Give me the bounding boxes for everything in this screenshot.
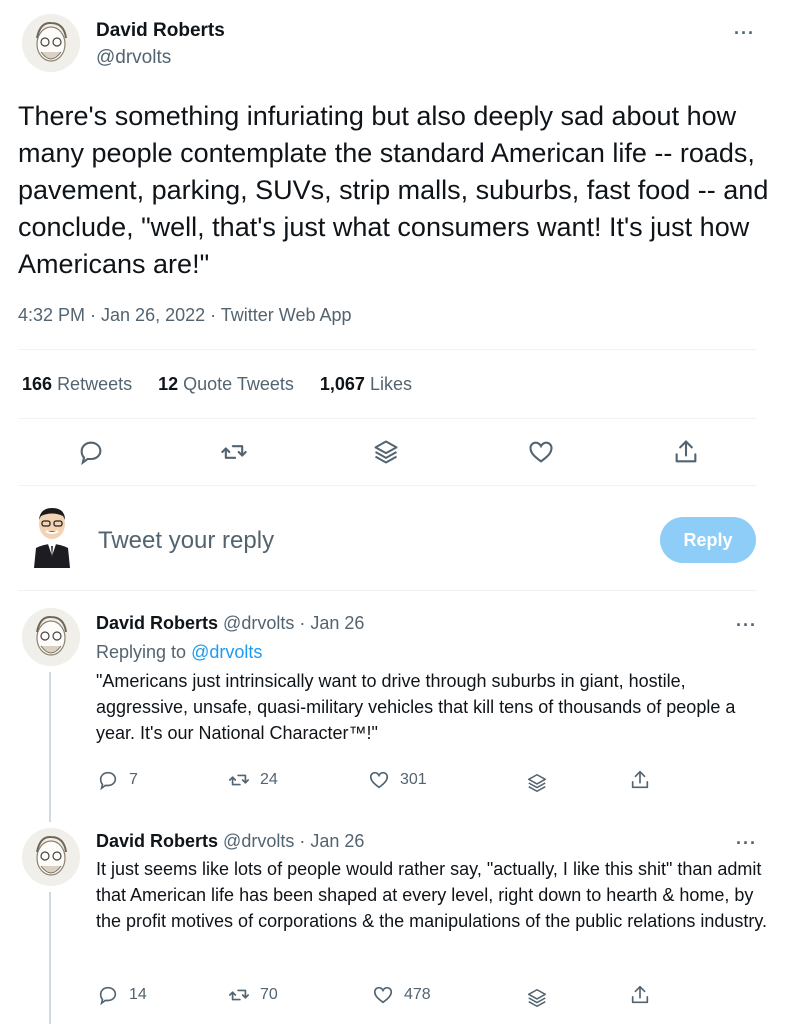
layers-icon: [527, 988, 547, 1008]
share-action[interactable]: [629, 769, 651, 791]
reply-text: It just seems like lots of people would …: [96, 859, 768, 931]
reply-author-name[interactable]: David Roberts: [96, 613, 218, 633]
divider: [18, 485, 757, 486]
reply-icon: [99, 986, 117, 1006]
author-avatar[interactable]: [22, 14, 80, 72]
retweet-icon: [229, 989, 249, 1001]
retweet-count: 24: [260, 771, 278, 788]
replying-to: Replying to @drvolts: [96, 642, 263, 662]
current-user-avatar[interactable]: [28, 504, 76, 568]
reply-text: "Americans just intrinsically want to dr…: [96, 671, 736, 743]
share-icon: [631, 770, 649, 789]
like-count: 478: [404, 986, 431, 1003]
reply-count: 14: [129, 986, 147, 1003]
reply-author-avatar[interactable]: [22, 608, 80, 666]
more-options-icon[interactable]: ···: [736, 616, 757, 634]
reply-author-handle[interactable]: @drvolts: [223, 613, 294, 633]
reply-header: David Roberts @drvolts · Jan 26: [96, 831, 364, 852]
like-icon: [369, 771, 389, 789]
replying-to-link[interactable]: @drvolts: [191, 642, 262, 662]
layers-icon: [527, 773, 547, 793]
reply-input[interactable]: Tweet your reply: [98, 527, 274, 555]
like-icon: [373, 986, 393, 1004]
likes-stat[interactable]: 1,067 Likes: [320, 374, 412, 395]
reply-author-avatar[interactable]: [22, 828, 80, 886]
tweet-text: There's something infuriating but also d…: [18, 101, 769, 279]
layers-icon[interactable]: [372, 438, 400, 466]
reply-icon[interactable]: [77, 438, 105, 466]
reply-count: 7: [129, 771, 138, 788]
divider: [18, 349, 757, 350]
retweet-count: 70: [260, 986, 278, 1003]
retweet-action[interactable]: 70: [228, 984, 278, 1006]
like-action[interactable]: 301: [368, 769, 427, 791]
like-count: 301: [400, 771, 427, 788]
more-options-icon[interactable]: ···: [736, 834, 757, 852]
retweet-icon[interactable]: [220, 438, 248, 466]
reply-date[interactable]: · Jan 26: [299, 831, 364, 851]
reply-action[interactable]: 14: [97, 984, 147, 1006]
reply-action[interactable]: 7: [97, 769, 138, 791]
divider: [18, 590, 757, 591]
tweet-meta[interactable]: 4:32 PM · Jan 26, 2022 · Twitter Web App: [18, 305, 352, 326]
share-icon[interactable]: [672, 438, 700, 466]
author-handle[interactable]: @drvolts: [96, 47, 171, 69]
layers-action[interactable]: [526, 987, 548, 1009]
reply-author-handle[interactable]: @drvolts: [223, 831, 294, 851]
quote-tweets-stat[interactable]: 12 Quote Tweets: [158, 374, 294, 395]
reply-header: David Roberts @drvolts · Jan 26: [96, 613, 364, 634]
author-name[interactable]: David Roberts: [96, 20, 225, 42]
reply-date[interactable]: · Jan 26: [299, 613, 364, 633]
share-action[interactable]: [629, 984, 651, 1006]
thread-line: [49, 892, 51, 1024]
more-options-icon[interactable]: ···: [734, 24, 755, 42]
reply-button[interactable]: Reply: [660, 517, 756, 563]
reply-author-name[interactable]: David Roberts: [96, 831, 218, 851]
layers-action[interactable]: [526, 772, 548, 794]
thread-line: [49, 672, 51, 822]
retweet-action[interactable]: 24: [228, 769, 278, 791]
retweet-icon: [229, 774, 249, 786]
tweet-stats: 166 Retweets 12 Quote Tweets 1,067 Likes: [22, 374, 412, 395]
like-action[interactable]: 478: [372, 984, 431, 1006]
like-icon[interactable]: [527, 438, 555, 466]
share-icon: [631, 985, 649, 1004]
divider: [18, 418, 757, 419]
reply-icon: [99, 771, 117, 791]
retweets-stat[interactable]: 166 Retweets: [22, 374, 132, 395]
